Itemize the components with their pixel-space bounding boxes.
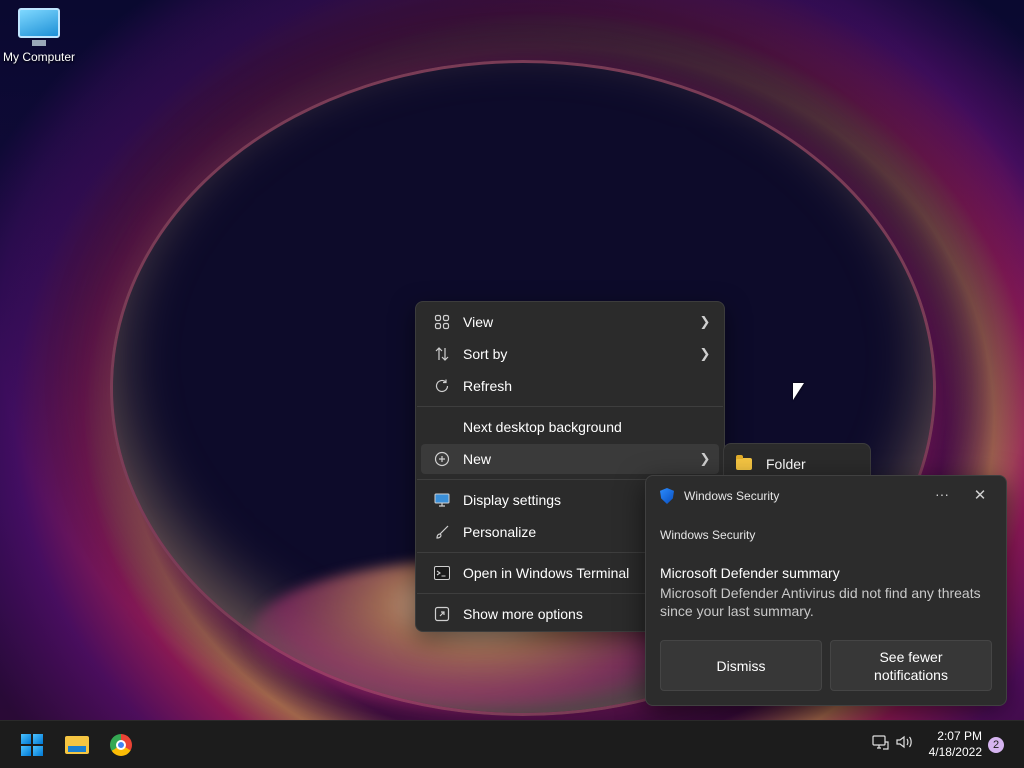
- file-explorer-icon: [65, 736, 89, 754]
- file-explorer-button[interactable]: [59, 727, 95, 763]
- clock-date: 4/18/2022: [928, 745, 982, 759]
- sort-arrows-icon: [421, 346, 463, 362]
- menu-item-label: Next desktop background: [463, 419, 622, 435]
- chrome-button[interactable]: [103, 727, 139, 763]
- grid-icon: [421, 314, 463, 330]
- more-options-icon[interactable]: ···: [934, 486, 950, 506]
- see-fewer-label-line1: See fewer: [879, 648, 943, 665]
- toast-header: Windows Security: [660, 488, 779, 504]
- see-fewer-notifications-button[interactable]: See fewer notifications: [830, 640, 992, 691]
- mouse-cursor-icon: [793, 383, 804, 400]
- submenu-item-label: Folder: [766, 456, 806, 472]
- chrome-icon: [110, 734, 132, 756]
- close-icon[interactable]: ✕: [972, 486, 988, 506]
- network-icon[interactable]: [870, 733, 890, 757]
- expand-icon: [421, 606, 463, 622]
- desktop-icon-my-computer[interactable]: My Computer: [0, 8, 78, 64]
- toast-title: Microsoft Defender summary: [660, 565, 840, 581]
- refresh-icon: [421, 378, 463, 394]
- volume-icon[interactable]: [894, 733, 914, 757]
- toast-app-name: Windows Security: [684, 489, 780, 503]
- menu-item-label: New: [463, 451, 492, 467]
- submenu-item-folder[interactable]: Folder: [732, 452, 806, 476]
- clock[interactable]: 2:07 PM 4/18/2022: [922, 728, 982, 760]
- clock-time: 2:07 PM: [937, 729, 982, 743]
- notification-count-badge[interactable]: 2: [988, 737, 1004, 753]
- chevron-right-icon: ❯: [699, 451, 711, 466]
- terminal-icon: [421, 566, 463, 580]
- menu-item-sort-by[interactable]: Sort by ❯: [421, 339, 719, 369]
- see-fewer-label-line2: notifications: [874, 666, 948, 683]
- shield-icon: [660, 488, 674, 504]
- start-button[interactable]: [14, 727, 50, 763]
- folder-icon: [736, 455, 752, 470]
- display-icon: [421, 492, 463, 508]
- brush-icon: [421, 524, 463, 540]
- menu-item-label: Sort by: [463, 346, 508, 362]
- dismiss-button-label: Dismiss: [716, 657, 766, 674]
- chevron-right-icon: ❯: [699, 346, 711, 361]
- notification-toast: Windows Security ··· ✕ Windows Security …: [645, 475, 1007, 706]
- menu-item-refresh[interactable]: Refresh: [421, 371, 719, 401]
- chevron-right-icon: ❯: [699, 314, 711, 329]
- plus-circle-icon: [421, 451, 463, 467]
- menu-item-label: View: [463, 314, 494, 330]
- dismiss-button[interactable]: Dismiss: [660, 640, 822, 691]
- monitor-icon: [18, 8, 60, 38]
- windows-logo-icon: [21, 734, 43, 756]
- toast-body: Microsoft Defender Antivirus did not fin…: [660, 585, 981, 619]
- taskbar: 2:07 PM 4/18/2022 2: [0, 720, 1024, 768]
- menu-divider: [417, 406, 723, 407]
- monitor-stand: [32, 40, 46, 46]
- menu-item-view[interactable]: View ❯: [421, 307, 719, 337]
- menu-item-label: Refresh: [463, 378, 513, 394]
- menu-item-next-desktop-background[interactable]: Next desktop background: [421, 412, 719, 442]
- menu-item-new[interactable]: New ❯: [421, 444, 719, 474]
- desktop-icon-label: My Computer: [2, 50, 76, 64]
- toast-app-label: Windows Security: [660, 528, 756, 542]
